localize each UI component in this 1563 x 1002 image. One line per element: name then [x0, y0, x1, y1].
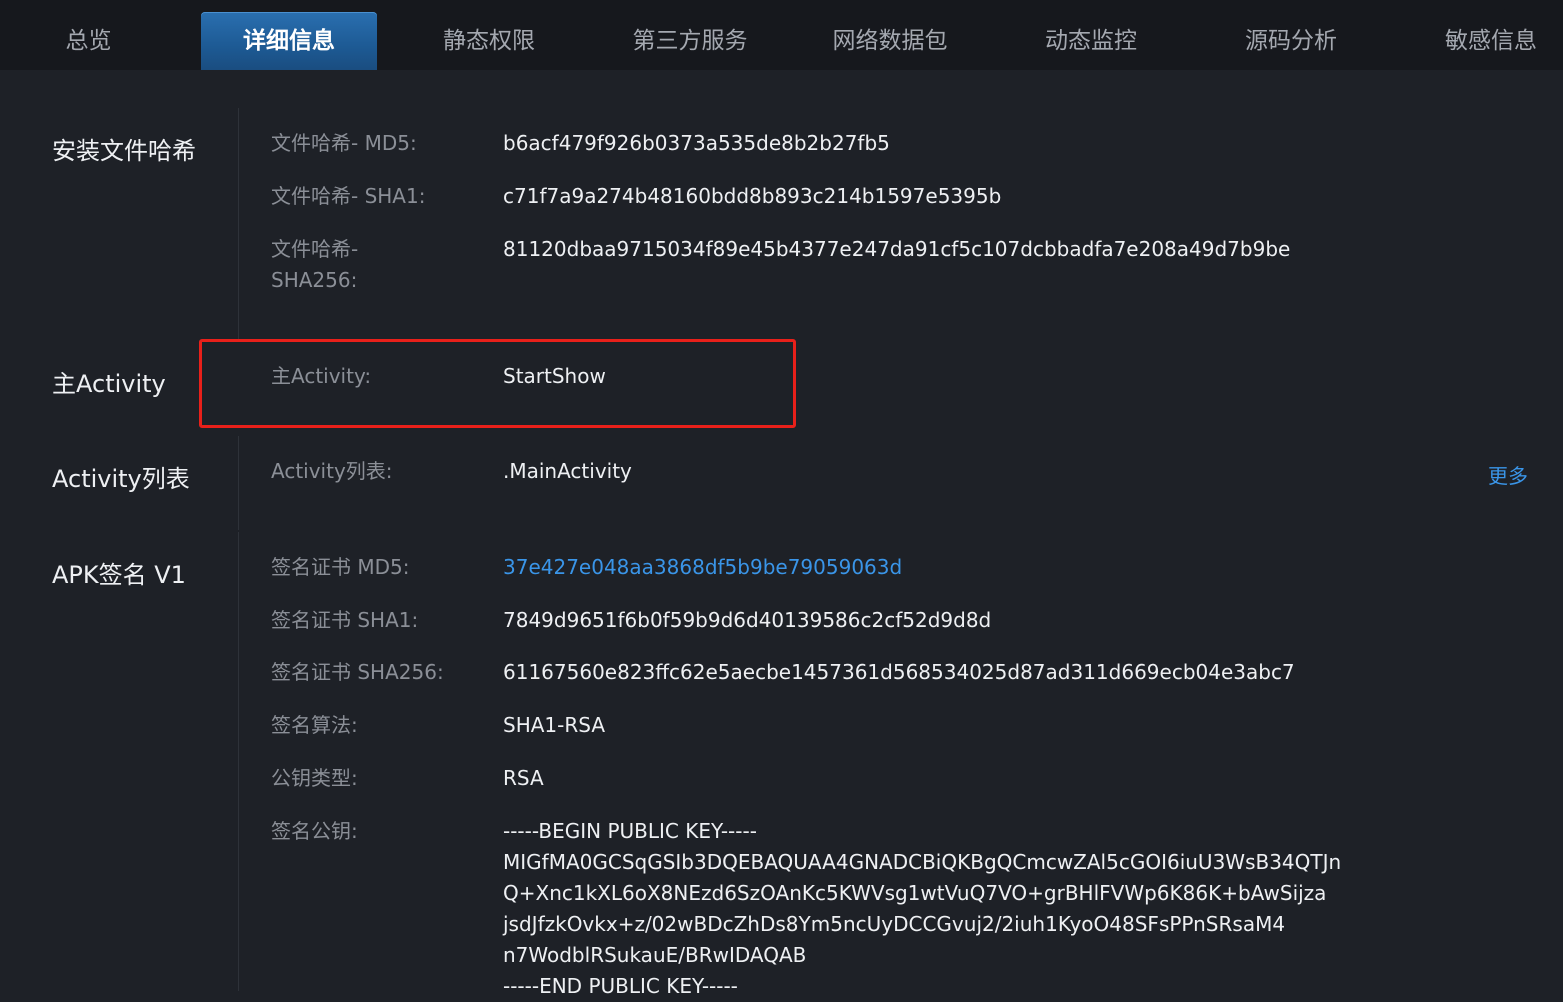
key-type-label: 公钥类型:	[271, 766, 358, 790]
sha256-label-line: SHA256:	[271, 268, 358, 292]
tab-network-packets[interactable]: 网络数据包	[812, 12, 968, 70]
algorithm-label: 签名算法:	[271, 713, 358, 737]
sha1-value: c71f7a9a274b48160bdd8b893c214b1597e5395b	[503, 184, 1002, 208]
tab-details[interactable]: 详细信息	[201, 12, 377, 70]
tab-third-party-services[interactable]: 第三方服务	[612, 12, 768, 70]
sha1-label: 文件哈希- SHA1:	[271, 184, 426, 208]
sha256-label-line: 文件哈希-	[271, 237, 359, 261]
sha256-label: 文件哈希- SHA256:	[271, 234, 358, 296]
section-title-main-activity: 主Activity	[52, 370, 166, 398]
public-key-line: -----END PUBLIC KEY-----	[503, 974, 738, 998]
md5-label: 文件哈希- MD5:	[271, 131, 417, 155]
tab-source-analysis[interactable]: 源码分析	[1222, 12, 1360, 70]
tab-bar: 总览 详细信息 静态权限 第三方服务 网络数据包 动态监控 源码分析 敏感信息	[0, 0, 1563, 70]
tab-static-permissions[interactable]: 静态权限	[420, 12, 558, 70]
algorithm-value: SHA1-RSA	[503, 713, 606, 737]
md5-value: b6acf479f926b0373a535de8b2b27fb5	[503, 131, 890, 155]
public-key-value: -----BEGIN PUBLIC KEY----- MIGfMA0GCSqGS…	[503, 816, 1341, 1002]
public-key-line: Q+Xnc1kXL6oX8NEzd6SzOAnKc5KWVsg1wtVuQ7VO…	[503, 881, 1327, 905]
cert-sha1-label: 签名证书 SHA1:	[271, 608, 419, 632]
sha256-value: 81120dbaa9715034f89e45b4377e247da91cf5c1…	[503, 237, 1291, 261]
more-link[interactable]: 更多	[1488, 460, 1528, 489]
public-key-line: jsdJfzkOvkx+z/02wBDcZhDs8Ym5ncUyDCCGvuj2…	[503, 912, 1286, 936]
tab-dynamic-monitoring[interactable]: 动态监控	[1022, 12, 1160, 70]
public-key-label: 签名公钥:	[271, 819, 358, 843]
section-title-install-hash: 安装文件哈希	[52, 137, 196, 165]
section-divider	[238, 436, 239, 530]
cert-sha1-value: 7849d9651f6b0f59b9d6d40139586c2cf52d9d8d	[503, 608, 992, 632]
cert-sha256-value: 61167560e823ffc62e5aecbe1457361d56853402…	[503, 660, 1295, 684]
public-key-line: MIGfMA0GCSqGSIb3DQEBAQUAA4GNADCBiQKBgQCm…	[503, 850, 1342, 874]
tab-sensitive-info[interactable]: 敏感信息	[1422, 12, 1560, 70]
cert-md5-value[interactable]: 37e427e048aa3868df5b9be79059063d	[503, 552, 902, 583]
section-divider	[238, 108, 239, 340]
activity-list-value: .MainActivity	[503, 459, 632, 483]
section-divider	[238, 532, 239, 991]
section-title-activity-list: Activity列表	[52, 465, 190, 493]
highlight-box	[199, 339, 796, 428]
key-type-value: RSA	[503, 766, 544, 790]
section-title-apk-signature: APK签名 V1	[52, 561, 186, 589]
tab-overview[interactable]: 总览	[36, 12, 141, 70]
public-key-line: n7WodblRSukauE/BRwIDAQAB	[503, 943, 807, 967]
activity-list-label: Activity列表:	[271, 459, 393, 483]
cert-sha256-label: 签名证书 SHA256:	[271, 660, 444, 684]
cert-md5-label: 签名证书 MD5:	[271, 555, 410, 579]
public-key-line: -----BEGIN PUBLIC KEY-----	[503, 819, 757, 843]
